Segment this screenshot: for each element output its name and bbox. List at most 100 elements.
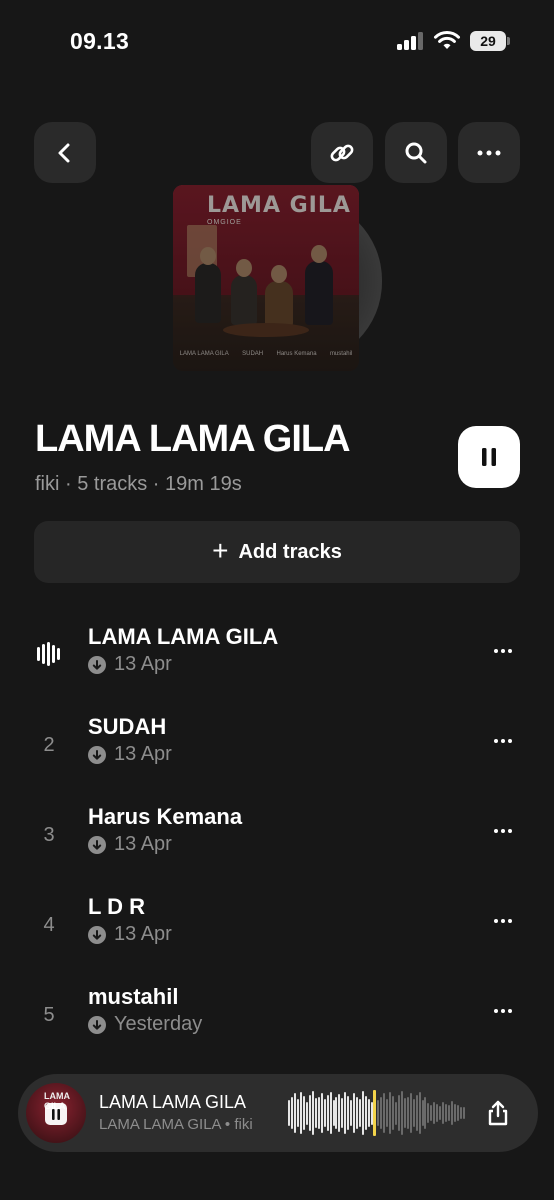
waveform-bar xyxy=(377,1100,379,1126)
pause-icon xyxy=(482,448,496,466)
waveform-bar xyxy=(288,1100,290,1126)
mini-player[interactable]: LAMA GILA LAMA LAMA GILA LAMA LAMA GILA … xyxy=(18,1074,538,1152)
track-more-button[interactable] xyxy=(490,998,516,1024)
track-row[interactable]: 5 mustahil Yesterday xyxy=(0,984,554,1064)
waveform-bar xyxy=(293,1093,296,1133)
waveform-bar xyxy=(403,1098,406,1128)
waveform-bar xyxy=(460,1106,463,1120)
track-title: mustahil xyxy=(88,984,179,1009)
ellipsis-icon xyxy=(477,150,501,155)
waveform-bar xyxy=(394,1101,397,1125)
waveform-bar xyxy=(353,1093,356,1133)
track-title: SUDAH xyxy=(88,714,167,739)
waveform-bar xyxy=(356,1096,359,1130)
link-icon xyxy=(330,144,354,161)
search-icon xyxy=(405,142,427,163)
track-row[interactable]: LAMA LAMA GILA 13 Apr xyxy=(0,624,554,704)
downloaded-icon xyxy=(88,656,106,674)
waveform-bar xyxy=(296,1099,299,1127)
track-title: L D R xyxy=(88,894,146,919)
waveform-bar xyxy=(329,1091,332,1135)
track-row[interactable]: 4 L D R 13 Apr xyxy=(0,894,554,974)
waveform-bar xyxy=(421,1100,424,1126)
share-icon[interactable] xyxy=(484,1099,512,1127)
battery-tip xyxy=(507,37,510,45)
waveform-bar xyxy=(323,1099,326,1127)
track-number: 2 xyxy=(43,734,55,756)
waveform-bar xyxy=(388,1092,391,1134)
waveform-bar xyxy=(412,1099,415,1127)
track-more-button[interactable] xyxy=(490,638,516,664)
track-number: 5 xyxy=(43,1004,55,1026)
waveform-bar xyxy=(382,1093,385,1133)
mini-pause-button[interactable] xyxy=(45,1103,67,1125)
pause-icon xyxy=(52,1108,60,1120)
waveform-bar xyxy=(391,1095,394,1131)
waveform-bar xyxy=(409,1092,412,1134)
back-button[interactable] xyxy=(34,122,96,183)
waveform-bar xyxy=(379,1096,382,1130)
waveform-bar xyxy=(317,1096,320,1130)
mini-player-subtitle: LAMA LAMA GILA • fiki xyxy=(99,1116,253,1133)
waveform-bar xyxy=(302,1095,305,1131)
wifi-icon xyxy=(434,31,460,49)
add-tracks-button[interactable]: + Add tracks xyxy=(34,521,520,583)
waveform-bar xyxy=(430,1104,433,1122)
plus-icon: + xyxy=(212,534,229,566)
chevron-left-icon xyxy=(58,143,70,162)
cellular-signal-icon xyxy=(397,32,425,50)
waveform-bar xyxy=(305,1101,308,1125)
waveform-bar xyxy=(418,1091,421,1135)
waveform-bar xyxy=(332,1100,335,1126)
waveform-bar xyxy=(406,1096,409,1130)
playlist-title: LAMA LAMA GILA xyxy=(35,418,351,460)
track-more-button[interactable] xyxy=(490,728,516,754)
waveform-scrubber[interactable] xyxy=(288,1090,466,1136)
add-tracks-label: Add tracks xyxy=(238,540,342,563)
downloaded-icon xyxy=(88,1016,106,1034)
waveform-bar xyxy=(347,1096,350,1130)
track-row[interactable]: 3 Harus Kemana 13 Apr xyxy=(0,804,554,884)
waveform-bar xyxy=(290,1096,293,1130)
track-date: 13 Apr xyxy=(114,743,172,765)
waveform-bar xyxy=(320,1092,323,1134)
waveform-bar xyxy=(427,1102,430,1124)
waveform-bar xyxy=(335,1096,338,1130)
mini-player-artwork[interactable]: LAMA GILA xyxy=(26,1083,86,1143)
waveform-bar xyxy=(350,1099,353,1127)
album-cover[interactable]: LAMA GILA OMGIOE LAMA LAMA GILA SUDAH Ha… xyxy=(173,185,359,371)
downloaded-icon xyxy=(88,836,106,854)
track-row[interactable]: 2 SUDAH 13 Apr xyxy=(0,714,554,794)
track-date: 13 Apr xyxy=(114,923,172,945)
waveform-bar xyxy=(457,1105,460,1121)
search-button[interactable] xyxy=(385,122,447,183)
now-playing-icon xyxy=(37,642,63,666)
track-more-button[interactable] xyxy=(490,818,516,844)
playhead[interactable] xyxy=(373,1090,377,1136)
track-more-button[interactable] xyxy=(490,908,516,934)
waveform-bar xyxy=(415,1095,418,1131)
pause-button[interactable] xyxy=(458,426,520,488)
waveform-bar xyxy=(448,1105,451,1121)
waveform-bar xyxy=(341,1097,344,1129)
cover-overlay xyxy=(173,185,359,371)
waveform-bar xyxy=(445,1104,448,1122)
track-date: 13 Apr xyxy=(114,653,172,675)
waveform-bar xyxy=(400,1091,403,1135)
waveform-bar xyxy=(368,1099,371,1127)
waveform-bar xyxy=(433,1101,436,1125)
waveform-bar xyxy=(344,1092,347,1134)
track-number: 4 xyxy=(43,914,55,936)
downloaded-icon xyxy=(88,926,106,944)
waveform-bar xyxy=(451,1100,454,1125)
waveform-bar xyxy=(439,1105,442,1121)
track-number: 3 xyxy=(43,824,55,846)
waveform-bar xyxy=(359,1098,362,1128)
battery-indicator: 29 xyxy=(470,31,506,51)
waveform-bar xyxy=(326,1095,329,1131)
more-options-button[interactable] xyxy=(458,122,520,183)
waveform-bar xyxy=(385,1099,388,1127)
share-link-button[interactable] xyxy=(311,122,373,183)
playlist-meta: fiki · 5 tracks · 19m 19s xyxy=(35,473,242,495)
waveform-bar xyxy=(365,1095,368,1130)
